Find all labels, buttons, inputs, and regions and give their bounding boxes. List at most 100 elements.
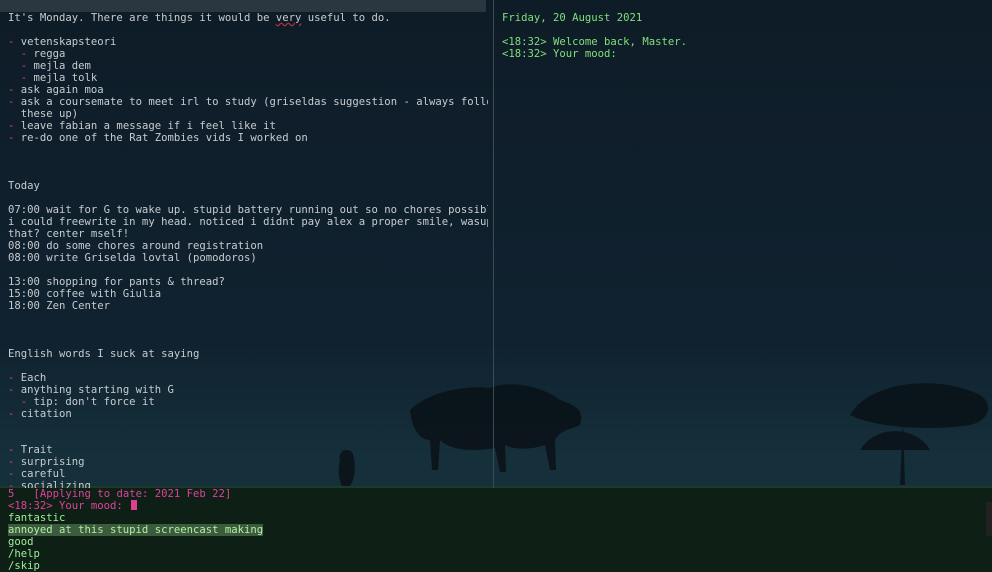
note-text: regga (33, 48, 66, 60)
selection-count: 5 (8, 488, 15, 500)
note-line: 08:00 do some chores around registration (8, 240, 488, 252)
note-line: - mejla dem (8, 60, 488, 72)
note-line: - tip: don't force it (8, 396, 488, 408)
bullet-dash: - (8, 132, 21, 144)
note-text: re-do one of the Rat Zombies vids I work… (20, 132, 308, 144)
note-line: - Each (8, 372, 488, 384)
note-text: socializing (20, 480, 91, 488)
bullet-dash: - (8, 48, 34, 60)
mood-selector-panel: 5 [Applying to date: 2021 Feb 22] <18:32… (0, 488, 992, 572)
bullet-dash: - (8, 84, 21, 96)
note-line: English words I suck at saying (8, 348, 488, 360)
bullet-dash: - (8, 36, 21, 48)
note-line (8, 420, 488, 432)
mood-option[interactable]: good (8, 536, 34, 548)
notes-editor-pane[interactable]: It's Monday. There are things it would b… (8, 12, 488, 488)
note-text: 13:00 shopping for pants & thread? (8, 276, 225, 288)
note-line (8, 324, 488, 336)
note-line: - ask again moa (8, 84, 488, 96)
note-line: - citation (8, 408, 488, 420)
note-text: Each (20, 372, 47, 384)
mood-option[interactable]: annoyed at this stupid screencast making (8, 524, 264, 536)
bullet-dash: - (8, 480, 21, 488)
note-line: - re-do one of the Rat Zombies vids I wo… (8, 132, 488, 144)
note-line (8, 432, 488, 444)
note-text: 07:00 wait for G to wake up. stupid batt… (8, 204, 488, 216)
journal-chat-pane: Friday, 20 August 2021 <18:32> Welcome b… (502, 12, 982, 60)
note-line (8, 156, 488, 168)
mood-option[interactable]: fantastic (8, 512, 65, 524)
note-text: ask again moa (20, 84, 104, 96)
note-text: ask a coursemate to meet irl to study (g… (20, 96, 488, 108)
welcome-message: <18:32> Welcome back, Master. (502, 36, 687, 48)
note-line: - anything starting with G (8, 384, 488, 396)
note-text: anything starting with G (20, 384, 174, 396)
note-text: Today (8, 180, 40, 192)
note-line (8, 264, 488, 276)
bullet-dash: - (8, 408, 21, 420)
pane-divider[interactable] (493, 0, 494, 488)
text-cursor (131, 500, 138, 510)
note-line (8, 312, 488, 324)
bullet-dash: - (8, 120, 21, 132)
note-line (8, 144, 488, 156)
mood-options-list: fantastic annoyed at this stupid screenca… (8, 512, 264, 572)
note-text: tip: don't force it (33, 396, 155, 408)
mood-input-prompt: <18:32> Your mood: (8, 500, 123, 512)
mood-option[interactable]: /help (8, 548, 40, 560)
note-text: It's Monday. There are things it would b… (8, 12, 276, 24)
note-line: - regga (8, 48, 488, 60)
note-line: It's Monday. There are things it would b… (8, 12, 488, 24)
note-line (8, 360, 488, 372)
note-line: - ask a coursemate to meet irl to study … (8, 96, 488, 108)
note-line: - leave fabian a message if i feel like … (8, 120, 488, 132)
note-text: 08:00 write Griselda lovtal (pomodoros) (8, 252, 257, 264)
bullet-dash: - (8, 72, 34, 84)
note-line (8, 168, 488, 180)
note-text: 08:00 do some chores around registration (8, 240, 264, 252)
bullet-dash: - (8, 468, 21, 480)
mood-input-line[interactable]: <18:32> Your mood: (8, 500, 263, 512)
note-line: 07:00 wait for G to wake up. stupid batt… (8, 204, 488, 216)
bullet-dash: - (8, 396, 34, 408)
note-text: leave fabian a message if i feel like it (20, 120, 276, 132)
note-line: 18:00 Zen Center (8, 300, 488, 312)
scrollbar-thumb[interactable] (986, 502, 992, 536)
bullet-dash: - (8, 372, 21, 384)
note-text: mejla tolk (33, 72, 98, 84)
note-text: surprising (20, 456, 85, 468)
note-line: - careful (8, 468, 488, 480)
note-line (8, 192, 488, 204)
bullet-dash: - (8, 96, 21, 108)
note-text: English words I suck at saying (8, 348, 200, 360)
spellcheck-word[interactable]: very (276, 12, 302, 24)
note-line (8, 336, 488, 348)
editor-top-bar (0, 0, 486, 12)
note-text: that? center mself! (8, 228, 130, 240)
note-text: 18:00 Zen Center (8, 300, 111, 312)
note-line: - surprising (8, 456, 488, 468)
note-text: 15:00 coffee with Giulia (8, 288, 162, 300)
note-text: vetenskapsteori (20, 36, 117, 48)
note-text: mejla dem (33, 60, 91, 72)
note-line: - vetenskapsteori (8, 36, 488, 48)
note-line: - Trait (8, 444, 488, 456)
journal-date: Friday, 20 August 2021 (502, 12, 643, 24)
note-line: - mejla tolk (8, 72, 488, 84)
bullet-dash: - (8, 384, 21, 396)
note-line: 15:00 coffee with Giulia (8, 288, 488, 300)
bullet-dash: - (8, 456, 21, 468)
note-text: i could freewrite in my head. noticed i … (8, 216, 488, 228)
note-text: these up) (8, 108, 79, 120)
bullet-dash: - (8, 60, 34, 72)
applying-date-line: 5 [Applying to date: 2021 Feb 22] (8, 488, 263, 500)
note-text: Trait (20, 444, 53, 456)
note-line: - socializing (8, 480, 488, 488)
mood-prompt-line: <18:32> Your mood: (502, 48, 617, 60)
note-text: careful (20, 468, 66, 480)
note-line: these up) (8, 108, 488, 120)
mood-option[interactable]: /skip (8, 560, 40, 572)
note-line: Today (8, 180, 488, 192)
bullet-dash: - (8, 444, 21, 456)
note-line: 08:00 write Griselda lovtal (pomodoros) (8, 252, 488, 264)
